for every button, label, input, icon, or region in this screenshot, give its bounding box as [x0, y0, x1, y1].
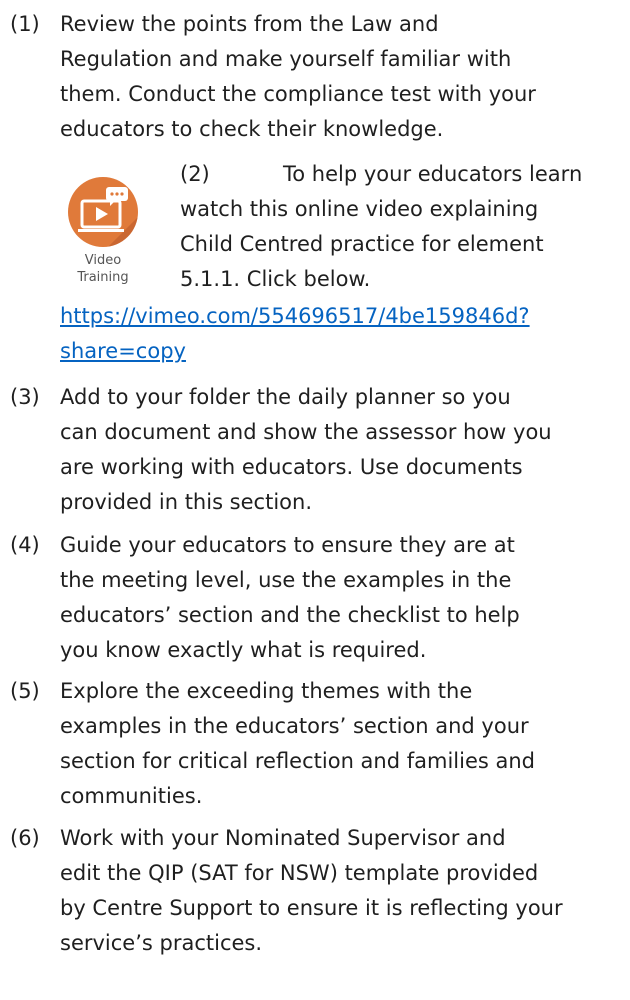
- item-number: (6): [10, 826, 40, 850]
- item-text-line: examples in the educators’ section and y…: [60, 714, 529, 738]
- item-text-line: 5.1.1. Click below.: [180, 267, 371, 291]
- item-text-line: communities.: [60, 784, 203, 808]
- item-text-line: the meeting level, use the examples in t…: [60, 568, 512, 592]
- item-text-line: section for critical reflection and fami…: [60, 749, 536, 773]
- item-text-line: service’s practices.: [60, 931, 263, 955]
- item-number: (4): [10, 533, 40, 557]
- item-number: (5): [10, 679, 40, 703]
- item-text-line: Explore the exceeding themes with the: [60, 679, 473, 703]
- item-text-line: Add to your folder the daily planner so …: [60, 385, 511, 409]
- item-text-line: educators to check their knowledge.: [60, 117, 444, 141]
- item-text-line: Child Centred practice for element: [180, 232, 544, 256]
- video-icon-circle: [68, 177, 138, 247]
- item-text-line: Work with your Nominated Supervisor and: [60, 826, 506, 850]
- item-text-line: Review the points from the Law and: [60, 12, 439, 36]
- item-text-line: by Centre Support to ensure it is reflec…: [60, 896, 563, 920]
- item-number: (2): [180, 162, 210, 186]
- item-text-line: you know exactly what is required.: [60, 638, 427, 662]
- item-number: (1): [10, 12, 40, 36]
- item-text-line: them. Conduct the compliance test with y…: [60, 82, 536, 106]
- document-page: (1) Review the points from the Law and R…: [0, 0, 630, 1000]
- item-text-line: provided in this section.: [60, 490, 312, 514]
- item-text-line: educators’ section and the checklist to …: [60, 603, 520, 627]
- item-text-line: To help your educators learn: [283, 162, 583, 186]
- video-link-line-1[interactable]: https://vimeo.com/554696517/4be159846d?: [60, 299, 530, 334]
- item-text-line: Regulation and make yourself familiar wi…: [60, 47, 512, 71]
- item-text-line: Guide your educators to ensure they are …: [60, 533, 515, 557]
- item-text-line: can document and show the assessor how y…: [60, 420, 552, 444]
- item-text-line: are working with educators. Use document…: [60, 455, 523, 479]
- video-link-line-2[interactable]: share=copy: [60, 334, 186, 369]
- item-text-line: edit the QIP (SAT for NSW) template prov…: [60, 861, 539, 885]
- video-caption-line: Training: [77, 270, 129, 285]
- video-caption-line: Video: [84, 253, 122, 268]
- item-text-line: watch this online video explaining: [180, 197, 539, 221]
- video-training-icon[interactable]: Video Training: [62, 177, 158, 285]
- item-number: (3): [10, 385, 40, 409]
- video-play-icon: [78, 187, 138, 247]
